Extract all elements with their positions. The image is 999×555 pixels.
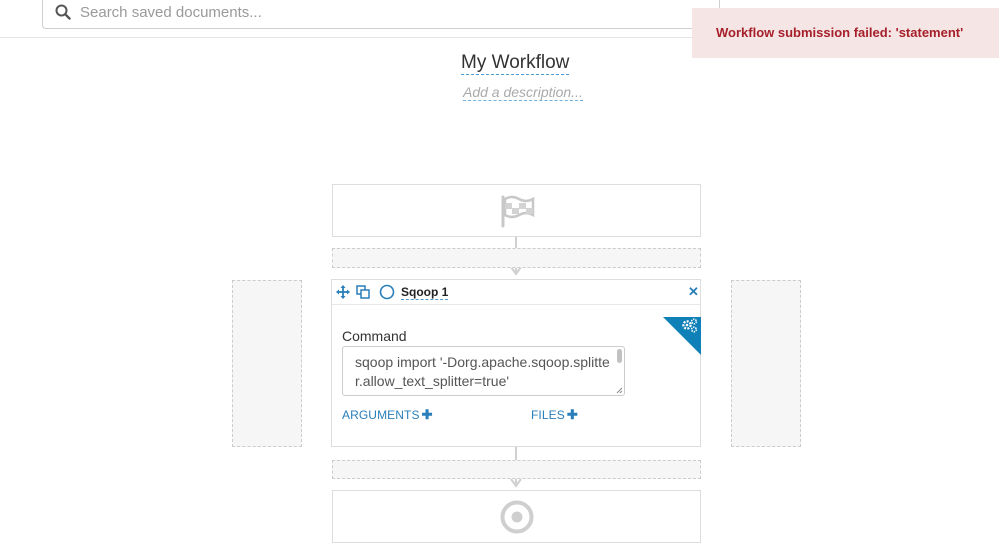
start-node bbox=[332, 184, 701, 237]
command-label: Command bbox=[342, 328, 407, 344]
command-text: sqoop import '-Dorg.apache.sqoop.splitte… bbox=[355, 354, 610, 389]
error-message: Workflow submission failed: 'statement' bbox=[716, 25, 964, 40]
files-label: FILES bbox=[531, 408, 565, 422]
drop-zone-bottom[interactable] bbox=[332, 460, 701, 479]
plus-icon: ✚ bbox=[421, 407, 433, 422]
search-box[interactable] bbox=[42, 0, 720, 29]
add-files-link[interactable]: FILES ✚ bbox=[531, 407, 578, 423]
flag-checkered-icon bbox=[501, 195, 535, 228]
workflow-description[interactable]: Add a description... bbox=[463, 84, 583, 101]
gears-icon[interactable] bbox=[681, 318, 698, 333]
circle-status-icon bbox=[379, 284, 395, 300]
search-input[interactable] bbox=[80, 3, 660, 21]
arrows-move-icon[interactable] bbox=[336, 285, 350, 299]
close-icon[interactable]: ✕ bbox=[688, 285, 699, 299]
command-scrollbar[interactable] bbox=[617, 349, 622, 363]
arguments-label: ARGUMENTS bbox=[342, 408, 420, 422]
drop-zone-left[interactable] bbox=[232, 280, 302, 447]
drop-zone-right[interactable] bbox=[731, 280, 801, 447]
action-header: Sqoop 1 ✕ bbox=[332, 280, 700, 305]
bullseye-icon bbox=[500, 500, 534, 534]
drop-zone-top[interactable] bbox=[332, 248, 701, 268]
add-arguments-link[interactable]: ARGUMENTS ✚ bbox=[342, 407, 433, 423]
error-notification: Workflow submission failed: 'statement' bbox=[692, 8, 999, 58]
resize-grip-icon[interactable] bbox=[616, 387, 623, 394]
copy-icon[interactable] bbox=[356, 285, 370, 299]
search-icon bbox=[55, 4, 71, 20]
sqoop-action-node: Sqoop 1 ✕ Command sqoop import '-Dorg.ap… bbox=[331, 279, 701, 447]
end-node bbox=[332, 490, 701, 543]
action-name[interactable]: Sqoop 1 bbox=[401, 285, 449, 300]
plus-icon: ✚ bbox=[566, 407, 578, 422]
workflow-title[interactable]: My Workflow bbox=[461, 52, 570, 75]
command-textarea[interactable]: sqoop import '-Dorg.apache.sqoop.splitte… bbox=[342, 346, 625, 396]
